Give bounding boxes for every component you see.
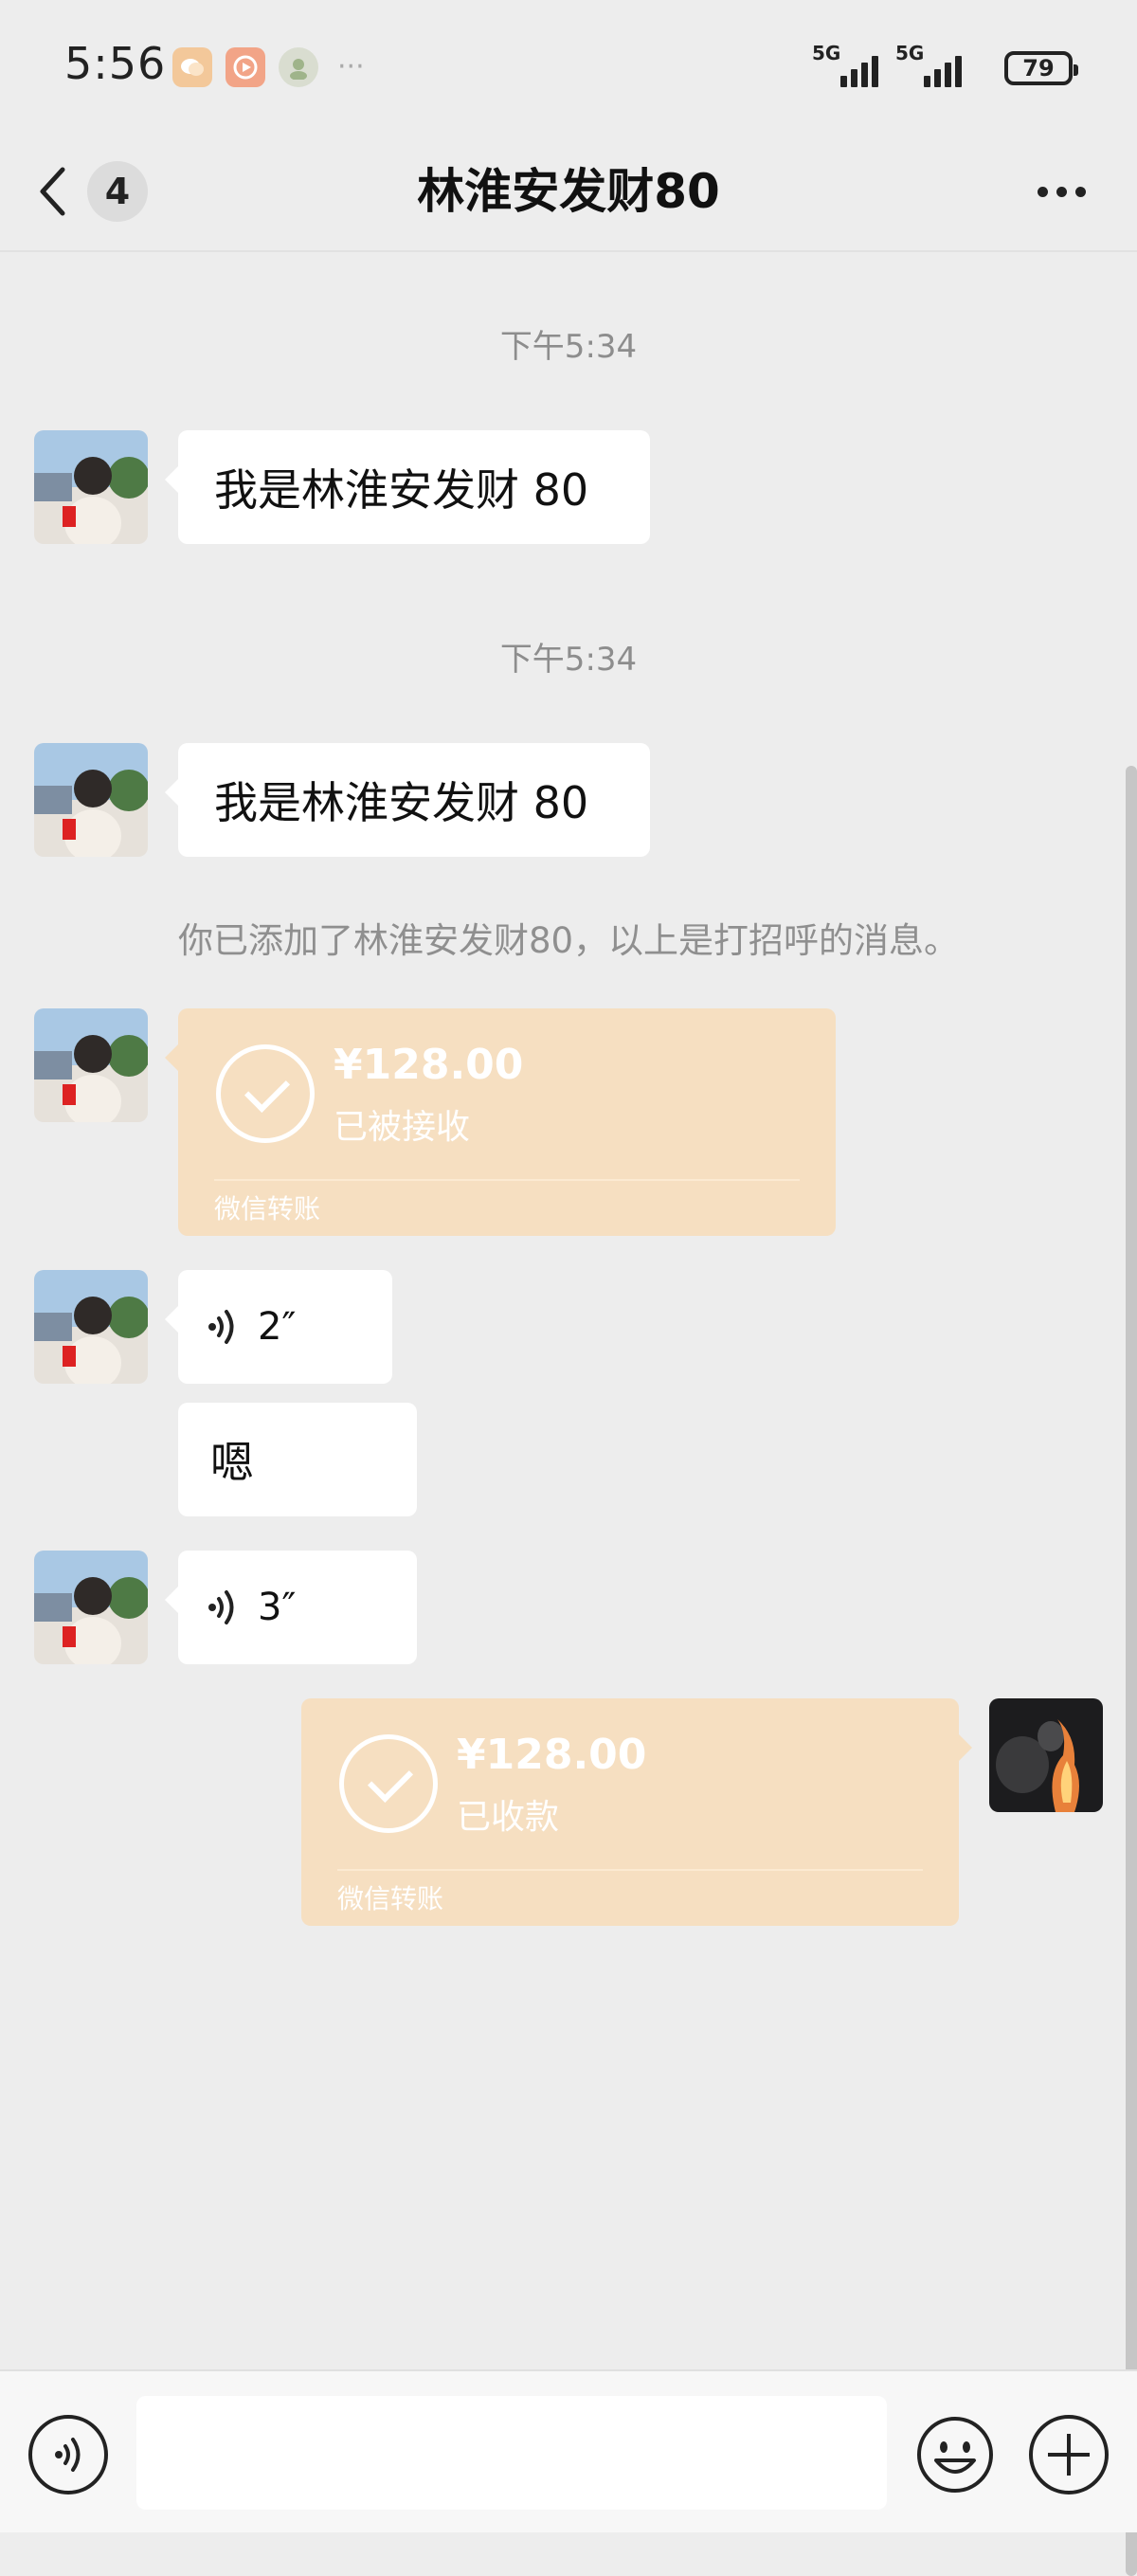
- voice-wave-icon: [208, 1590, 234, 1624]
- page-title: 林淮安发财80: [417, 164, 720, 219]
- message-bubble[interactable]: 嗯: [178, 1403, 417, 1516]
- contact-avatar[interactable]: [34, 1270, 148, 1384]
- plus-button[interactable]: [1029, 2415, 1109, 2494]
- check-circle-icon: [216, 1044, 315, 1143]
- chat-area[interactable]: 下午5:34 我是林淮安发财 80 下午5:34 我是林淮安发财 80 你已添加…: [0, 252, 1137, 2576]
- message-input[interactable]: [136, 2396, 887, 2510]
- contact-avatar[interactable]: [34, 1551, 148, 1664]
- message-timestamp: 下午5:34: [499, 641, 638, 679]
- voice-icon: [55, 2438, 81, 2472]
- more-dots-icon: [1037, 186, 1048, 197]
- transfer-card[interactable]: ¥128.00 已被接收 微信转账: [165, 1008, 836, 1236]
- scrollbar[interactable]: [1126, 766, 1137, 2576]
- message-timestamp: 下午5:34: [499, 328, 638, 366]
- chat-app-icon: [172, 47, 212, 87]
- signal-indicators: 5G 5G: [812, 42, 962, 87]
- transfer-card[interactable]: ¥128.00 已收款 微信转账: [301, 1698, 972, 1926]
- input-bar: [0, 2369, 1137, 2532]
- message-text: 我是林淮安发财 80: [214, 464, 589, 516]
- emoji-button[interactable]: [915, 2415, 995, 2494]
- contact-avatar[interactable]: [34, 743, 148, 857]
- battery-level: 79: [1022, 55, 1055, 82]
- contact-avatar[interactable]: [34, 1008, 148, 1122]
- more-notifications-icon: ···: [337, 50, 365, 83]
- back-button[interactable]: 4: [38, 154, 171, 229]
- avatar-app-icon: [279, 47, 318, 87]
- notification-icons: ···: [172, 47, 365, 87]
- unread-count-badge: 4: [87, 161, 148, 222]
- emoji-icon: [917, 2417, 993, 2493]
- voice-wave-icon: [208, 1310, 234, 1344]
- chat-header: 4 林淮安发财80: [0, 133, 1137, 252]
- contact-avatar[interactable]: [34, 430, 148, 544]
- voice-duration: 3″: [258, 1586, 297, 1629]
- transfer-label: 微信转账: [337, 1883, 444, 1914]
- message-text: 嗯: [210, 1437, 254, 1488]
- my-avatar[interactable]: [989, 1698, 1103, 1812]
- transfer-amount: ¥128.00: [334, 1041, 524, 1089]
- chevron-left-icon: [40, 167, 65, 216]
- signal-5g-1-icon: 5G: [812, 42, 878, 87]
- video-app-icon: [226, 47, 265, 87]
- divider: [214, 1179, 800, 1181]
- transfer-status: 已被接收: [334, 1108, 471, 1147]
- status-bar: 5:56 ··· 5G 5G 79: [0, 0, 1137, 133]
- check-circle-icon: [339, 1734, 438, 1833]
- transfer-amount: ¥128.00: [457, 1731, 647, 1779]
- system-notice: 你已添加了林淮安发财80，以上是打招呼的消息。: [177, 920, 960, 961]
- voice-duration: 2″: [258, 1305, 297, 1349]
- battery-icon: 79: [1004, 51, 1078, 85]
- status-time: 5:56: [64, 38, 167, 89]
- message-bubble[interactable]: 我是林淮安发财 80: [165, 743, 650, 857]
- voice-input-button[interactable]: [28, 2415, 108, 2494]
- message-text: 我是林淮安发财 80: [214, 777, 589, 828]
- more-button[interactable]: [1023, 161, 1099, 222]
- voice-message[interactable]: 2″: [165, 1270, 392, 1384]
- transfer-label: 微信转账: [214, 1193, 321, 1225]
- signal-5g-2-icon: 5G: [895, 42, 962, 87]
- voice-message[interactable]: 3″: [165, 1551, 417, 1664]
- transfer-status: 已收款: [457, 1798, 560, 1837]
- divider: [337, 1869, 923, 1871]
- message-bubble[interactable]: 我是林淮安发财 80: [165, 430, 650, 544]
